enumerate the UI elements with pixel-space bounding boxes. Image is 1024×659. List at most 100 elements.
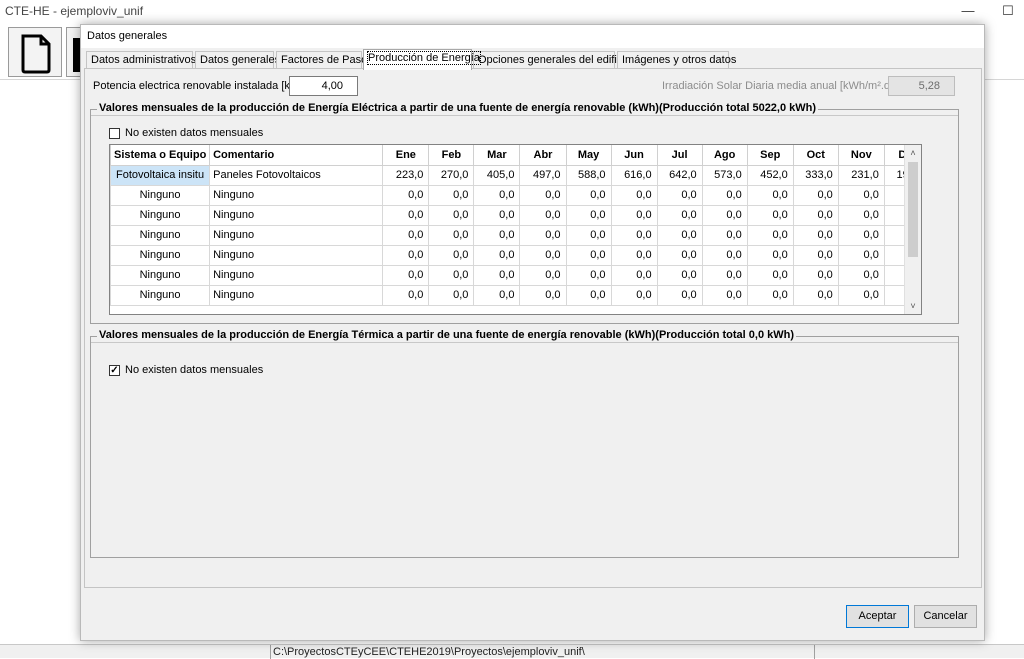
column-header-system[interactable]: Sistema o Equipo xyxy=(110,145,211,166)
thermal-no-data-checkbox[interactable]: ✓ xyxy=(109,365,120,376)
cell-month-value[interactable]: 0,0 xyxy=(656,184,703,206)
maximize-icon[interactable]: ☐ xyxy=(998,2,1018,20)
cell-month-value[interactable]: 0,0 xyxy=(701,224,748,246)
cell-month-value[interactable]: 0,0 xyxy=(565,224,612,246)
column-header-month[interactable]: Feb xyxy=(428,145,475,166)
cell-month-value[interactable]: 0,0 xyxy=(382,204,430,226)
cell-month-value[interactable]: 0,0 xyxy=(656,204,703,226)
cell-comment[interactable]: Ninguno xyxy=(209,244,384,266)
tab-produccion-de-energia[interactable]: Producción de Energía xyxy=(363,49,481,70)
cell-month-value[interactable]: 0,0 xyxy=(701,264,748,286)
cell-month-value[interactable]: 0,0 xyxy=(565,284,612,306)
cell-month-value[interactable]: 0,0 xyxy=(610,184,658,206)
cell-comment[interactable]: Ninguno xyxy=(209,204,384,226)
cell-month-value[interactable]: 0,0 xyxy=(565,184,612,206)
column-header-month[interactable]: Ago xyxy=(701,145,748,166)
cell-month-value[interactable]: 0,0 xyxy=(746,204,794,226)
cell-month-value[interactable]: 0,0 xyxy=(701,204,748,226)
cell-comment[interactable]: Ninguno xyxy=(209,224,384,246)
cell-month-value[interactable]: 0,0 xyxy=(656,244,703,266)
electric-no-data-checkbox[interactable] xyxy=(109,128,120,139)
cell-system[interactable]: Ninguno xyxy=(110,204,211,226)
cell-month-value[interactable]: 0,0 xyxy=(610,244,658,266)
cell-month-value[interactable]: 0,0 xyxy=(746,284,794,306)
tab-datos-generales[interactable]: Datos generales xyxy=(195,51,280,69)
accept-button[interactable]: Aceptar xyxy=(846,605,909,628)
grid-vertical-scrollbar[interactable]: ˄ ˅ xyxy=(904,145,921,314)
column-header-comment[interactable]: Comentario xyxy=(209,145,384,166)
scroll-thumb[interactable] xyxy=(908,162,918,257)
cell-month-value[interactable]: 0,0 xyxy=(519,224,567,246)
column-header-month[interactable]: Oct xyxy=(792,145,839,166)
power-input[interactable]: 4,00 xyxy=(289,76,358,96)
column-header-month[interactable]: Sep xyxy=(746,145,794,166)
cell-month-value[interactable]: 0,0 xyxy=(382,244,430,266)
cell-month-value[interactable]: 0,0 xyxy=(565,244,612,266)
cell-comment[interactable]: Ninguno xyxy=(209,264,384,286)
cell-month-value[interactable]: 0,0 xyxy=(792,204,839,226)
cell-month-value[interactable]: 0,0 xyxy=(473,184,521,206)
cell-month-value[interactable]: 0,0 xyxy=(382,264,430,286)
table-row[interactable]: Fotovoltaica insitu Paneles Fotovoltaicos… xyxy=(110,164,921,186)
cell-system[interactable]: Ninguno xyxy=(110,284,211,306)
minimize-icon[interactable]: — xyxy=(958,2,978,20)
table-row[interactable]: Ninguno Ninguno 0,0 0,0 0,0 0,0 0,0 0,0 0,0 0,0 0,… xyxy=(110,284,921,306)
cell-comment[interactable]: Ninguno xyxy=(209,284,384,306)
cell-comment[interactable]: Paneles Fotovoltaicos xyxy=(209,164,384,186)
cell-month-value[interactable]: 0,0 xyxy=(792,264,839,286)
column-header-month[interactable]: Ene xyxy=(382,145,430,166)
cell-month-value[interactable]: 616,0 xyxy=(610,164,658,186)
cell-month-value[interactable]: 0,0 xyxy=(473,284,521,306)
cell-month-value[interactable]: 0,0 xyxy=(837,244,885,266)
cell-month-value[interactable]: 0,0 xyxy=(473,244,521,266)
cell-month-value[interactable]: 0,0 xyxy=(792,244,839,266)
cell-month-value[interactable]: 452,0 xyxy=(746,164,794,186)
cell-month-value[interactable]: 0,0 xyxy=(792,284,839,306)
cell-system[interactable]: Ninguno xyxy=(110,264,211,286)
cell-month-value[interactable]: 333,0 xyxy=(792,164,839,186)
table-row[interactable]: Ninguno Ninguno 0,0 0,0 0,0 0,0 0,0 0,0 0,0 0,0 0,… xyxy=(110,204,921,226)
cell-month-value[interactable]: 0,0 xyxy=(565,204,612,226)
cell-month-value[interactable]: 0,0 xyxy=(792,224,839,246)
cell-month-value[interactable]: 0,0 xyxy=(701,244,748,266)
table-row[interactable]: Ninguno Ninguno 0,0 0,0 0,0 0,0 0,0 0,0 0,0 0,0 0,… xyxy=(110,244,921,266)
cell-month-value[interactable]: 0,0 xyxy=(746,184,794,206)
cell-month-value[interactable]: 0,0 xyxy=(837,184,885,206)
cell-month-value[interactable]: 0,0 xyxy=(428,244,475,266)
cell-month-value[interactable]: 0,0 xyxy=(656,284,703,306)
cell-month-value[interactable]: 0,0 xyxy=(473,204,521,226)
cell-month-value[interactable]: 0,0 xyxy=(382,184,430,206)
cell-month-value[interactable]: 0,0 xyxy=(519,264,567,286)
cell-month-value[interactable]: 0,0 xyxy=(837,224,885,246)
cell-month-value[interactable]: 0,0 xyxy=(837,284,885,306)
cell-month-value[interactable]: 0,0 xyxy=(473,264,521,286)
new-file-button[interactable] xyxy=(8,27,62,77)
cell-month-value[interactable]: 0,0 xyxy=(656,264,703,286)
tab-opciones-generales[interactable]: Opciones generales del edificio xyxy=(473,51,631,69)
column-header-month[interactable]: Abr xyxy=(519,145,567,166)
cell-month-value[interactable]: 0,0 xyxy=(428,204,475,226)
cell-month-value[interactable]: 0,0 xyxy=(792,184,839,206)
column-header-month[interactable]: Jun xyxy=(610,145,658,166)
cell-month-value[interactable]: 0,0 xyxy=(746,264,794,286)
cell-comment[interactable]: Ninguno xyxy=(209,184,384,206)
cell-month-value[interactable]: 0,0 xyxy=(746,224,794,246)
cell-month-value[interactable]: 0,0 xyxy=(565,264,612,286)
cell-month-value[interactable]: 405,0 xyxy=(473,164,521,186)
cell-month-value[interactable]: 0,0 xyxy=(428,224,475,246)
cell-month-value[interactable]: 0,0 xyxy=(519,204,567,226)
cell-system[interactable]: Ninguno xyxy=(110,224,211,246)
scroll-down-icon[interactable]: ˅ xyxy=(905,298,921,314)
cell-month-value[interactable]: 223,0 xyxy=(382,164,430,186)
cell-month-value[interactable]: 0,0 xyxy=(519,184,567,206)
column-header-month[interactable]: Mar xyxy=(473,145,521,166)
column-header-month[interactable]: Nov xyxy=(837,145,885,166)
cell-month-value[interactable]: 0,0 xyxy=(610,204,658,226)
table-row[interactable]: Ninguno Ninguno 0,0 0,0 0,0 0,0 0,0 0,0 0,0 0,0 0,… xyxy=(110,184,921,206)
cell-month-value[interactable]: 0,0 xyxy=(701,284,748,306)
cell-month-value[interactable]: 231,0 xyxy=(837,164,885,186)
tab-factores-de-paso[interactable]: Factores de Paso xyxy=(276,51,367,69)
tab-imagenes-y-otros-datos[interactable]: Imágenes y otros datos xyxy=(617,51,736,69)
electric-production-grid[interactable]: Sistema o Equipo Comentario Ene Feb Mar … xyxy=(109,144,922,315)
tab-datos-administrativos[interactable]: Datos administrativos xyxy=(86,51,196,69)
